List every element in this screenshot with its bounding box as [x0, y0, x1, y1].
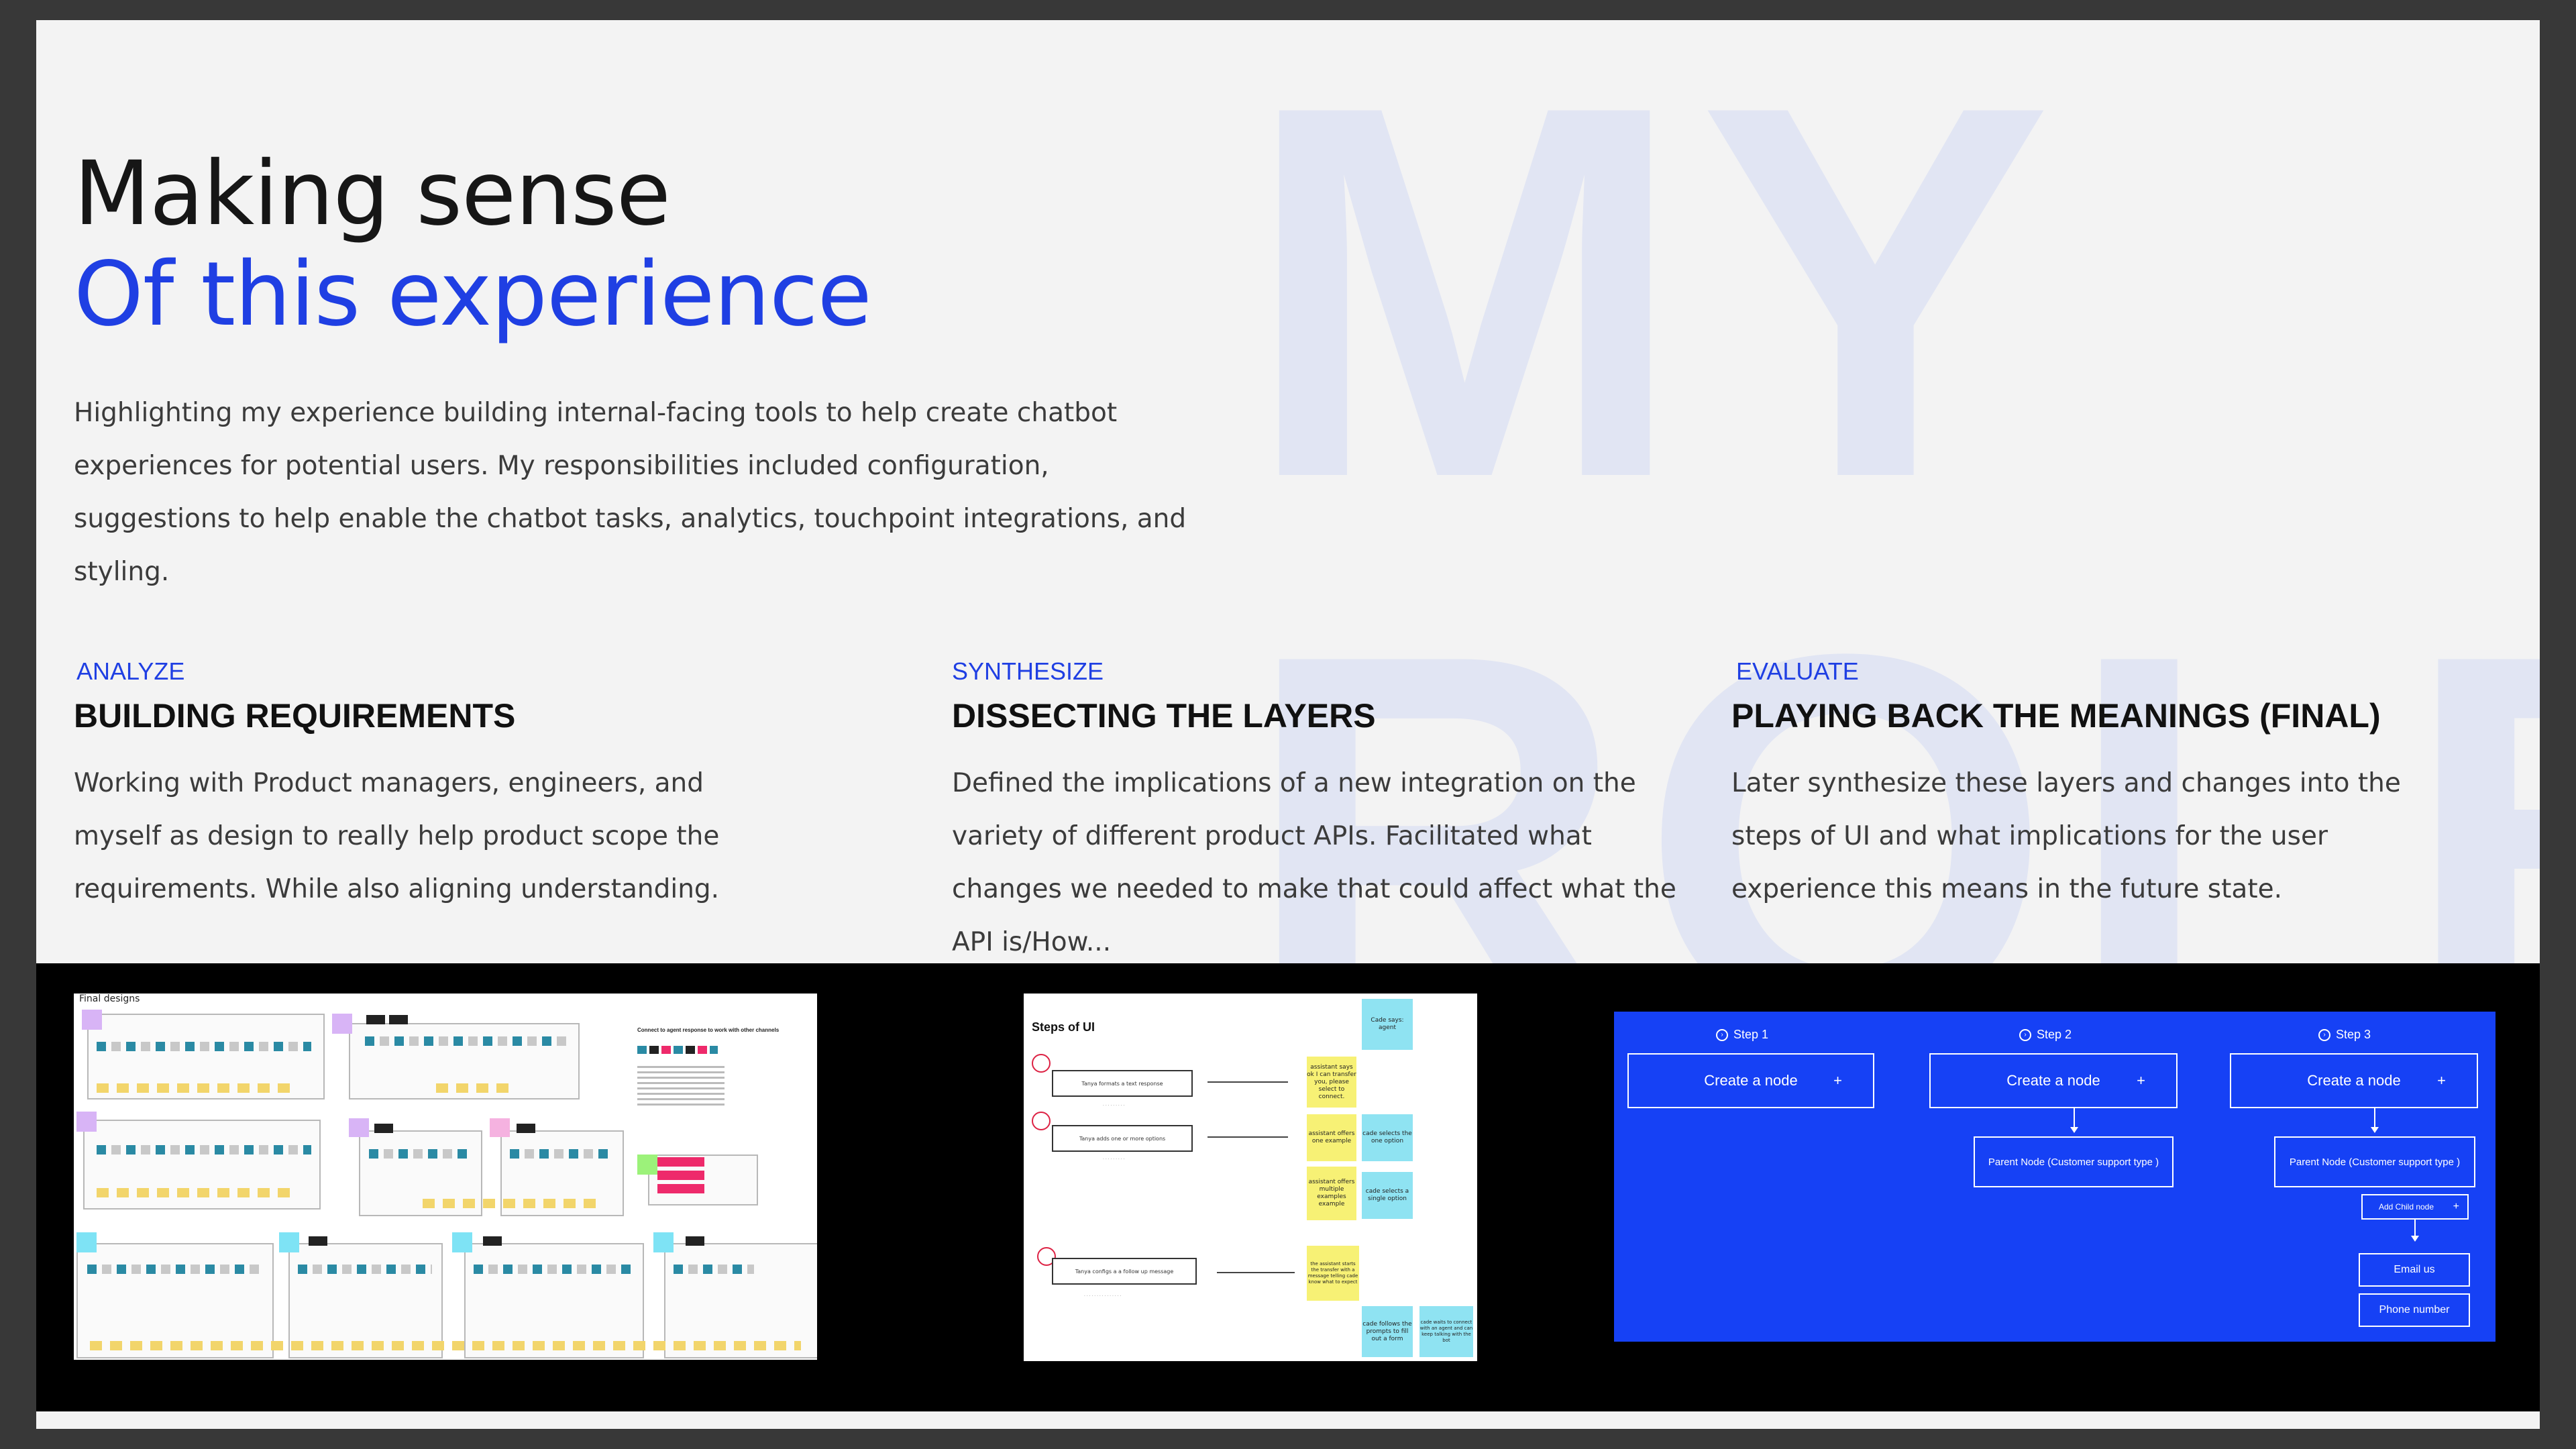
- sticky-note: [76, 1112, 97, 1132]
- sticky-note: [452, 1232, 472, 1252]
- step-3-label: › Step 3: [2318, 1028, 2371, 1042]
- column-evaluate-eyebrow: EVALUATE: [1736, 657, 1859, 685]
- column-synthesize-eyebrow: SYNTHESIZE: [952, 657, 1104, 685]
- step-icon: ›: [1716, 1028, 1728, 1041]
- sticky-note: [349, 1118, 369, 1137]
- plus-icon: +: [2437, 1072, 2446, 1089]
- box-caption: · · · · · · · · ·: [1103, 1157, 1125, 1162]
- dark-tag: [374, 1124, 393, 1133]
- arrow-down-icon: [2411, 1236, 2419, 1242]
- dark-tag: [517, 1124, 535, 1133]
- note-customer: cade follows the prompts to fill out a f…: [1362, 1306, 1413, 1357]
- flow-row: [87, 1265, 264, 1274]
- connector-line: [1208, 1081, 1288, 1083]
- note-customer: cade selects the one option: [1362, 1114, 1413, 1161]
- sticky-note: [76, 1232, 97, 1252]
- sticky-note: [332, 1014, 352, 1034]
- sticky-note: [653, 1232, 674, 1252]
- create-node-button[interactable]: Create a node +: [1627, 1053, 1874, 1108]
- dark-tag: [389, 1015, 408, 1024]
- final-designs-label: Final designs: [79, 994, 140, 1004]
- flow-row: [369, 1149, 470, 1159]
- parent-node[interactable]: Parent Node (Customer support type ): [2274, 1136, 2475, 1187]
- box-caption: · · · · · · · · · · · · · · ·: [1084, 1294, 1122, 1299]
- flow-row: [674, 1265, 754, 1274]
- pink-notes: [657, 1157, 704, 1197]
- legend-row: [637, 1046, 718, 1054]
- child-node-phone[interactable]: Phone number: [2359, 1293, 2470, 1327]
- column-analyze-eyebrow: ANALYZE: [76, 657, 185, 685]
- final-designs-thumbnail[interactable]: Final designs Connect to agent response …: [74, 994, 817, 1360]
- arrow-down-icon: [2070, 1127, 2078, 1133]
- sticky-note: [279, 1232, 299, 1252]
- column-analyze-heading: BUILDING REQUIREMENTS: [74, 697, 516, 735]
- plus-icon: +: [1833, 1072, 1842, 1089]
- column-synthesize-body: Defined the implications of a new integr…: [952, 768, 1676, 957]
- step-1-label: › Step 1: [1716, 1028, 1768, 1042]
- flow-box: Tanya adds one or more options: [1052, 1125, 1193, 1152]
- note-customer: Cade says: agent: [1362, 999, 1413, 1050]
- step-marker-icon: [1032, 1054, 1051, 1073]
- sticky-row: [97, 1188, 298, 1197]
- note-assistant: assistant says ok I can transfer you, pl…: [1307, 1057, 1356, 1108]
- dark-tag: [686, 1236, 704, 1246]
- column-evaluate-heading: PLAYING BACK THE MEANINGS (FINAL): [1731, 697, 2381, 735]
- flow-box: Tanya configs a a follow up message: [1052, 1258, 1197, 1285]
- create-node-button[interactable]: Create a node +: [1929, 1053, 2178, 1108]
- final-designs-side-note: Connect to agent response to work with o…: [637, 1027, 780, 1033]
- parent-node[interactable]: Parent Node (Customer support type ): [1974, 1136, 2174, 1187]
- step-icon: ›: [2019, 1028, 2031, 1041]
- column-evaluate-body: Later synthesize these layers and change…: [1731, 768, 2401, 904]
- note-assistant: the assistant starts the transfer with a…: [1307, 1246, 1359, 1301]
- connector-line: [1217, 1272, 1295, 1273]
- flow-steps-thumbnail[interactable]: › Step 1 › Step 2 › Step 3 Create a node…: [1614, 1012, 2496, 1342]
- note-assistant: assistant offers multiple examples examp…: [1307, 1167, 1356, 1220]
- connector-line: [2374, 1108, 2375, 1128]
- sticky-note: [490, 1118, 510, 1137]
- slide: MY ROLE Making sense Of this experience …: [36, 20, 2540, 1429]
- connector-line: [2414, 1220, 2416, 1237]
- sticky-row: [436, 1083, 517, 1093]
- sticky-note: [637, 1155, 657, 1175]
- column-analyze-body: Working with Product managers, engineers…: [74, 768, 720, 904]
- dark-tag: [309, 1236, 327, 1246]
- box-caption: · · · · · · · · ·: [1103, 1104, 1125, 1108]
- column-synthesize-heading: DISSECTING THE LAYERS: [952, 697, 1376, 735]
- note-assistant: assistant offers one example: [1307, 1114, 1356, 1161]
- notes-text: [637, 1066, 724, 1109]
- dark-tag: [366, 1015, 385, 1024]
- page-subtitle: Of this experience: [74, 243, 872, 346]
- sticky-row: [97, 1083, 298, 1093]
- connector-line: [2074, 1108, 2075, 1128]
- step-2-label: › Step 2: [2019, 1028, 2072, 1042]
- note-customer: cade selects a single option: [1362, 1172, 1413, 1219]
- page-title: Making sense: [74, 142, 671, 246]
- connector-line: [1208, 1136, 1288, 1138]
- plus-icon: +: [2453, 1201, 2459, 1212]
- child-node-email[interactable]: Email us: [2359, 1253, 2470, 1287]
- steps-of-ui-title: Steps of UI: [1032, 1020, 1095, 1034]
- background-word-my: MY: [1244, 20, 2065, 588]
- dark-tag: [483, 1236, 502, 1246]
- step-marker-icon: [1032, 1112, 1051, 1130]
- flow-row: [365, 1036, 566, 1046]
- step-icon: ›: [2318, 1028, 2330, 1041]
- sticky-row: [90, 1341, 801, 1350]
- note-customer: cade waits to connect with an agent and …: [1419, 1306, 1473, 1357]
- sticky-row: [423, 1199, 597, 1208]
- steps-of-ui-thumbnail[interactable]: Steps of UI Tanya formats a text respons…: [1024, 994, 1477, 1361]
- thumbnail-band: Final designs Connect to agent response …: [36, 963, 2540, 1411]
- create-node-button[interactable]: Create a node +: [2230, 1053, 2478, 1108]
- flow-row: [97, 1042, 311, 1051]
- arrow-down-icon: [2371, 1127, 2379, 1133]
- flow-row: [474, 1265, 635, 1274]
- add-child-node-button[interactable]: Add Child node +: [2361, 1194, 2469, 1220]
- flow-row: [97, 1145, 311, 1155]
- sticky-note: [82, 1010, 102, 1030]
- flow-row: [510, 1149, 610, 1159]
- intro-paragraph: Highlighting my experience building inte…: [74, 398, 1187, 587]
- flow-box: Tanya formats a text response: [1052, 1070, 1193, 1097]
- plus-icon: +: [2137, 1072, 2145, 1089]
- flow-row: [298, 1265, 432, 1274]
